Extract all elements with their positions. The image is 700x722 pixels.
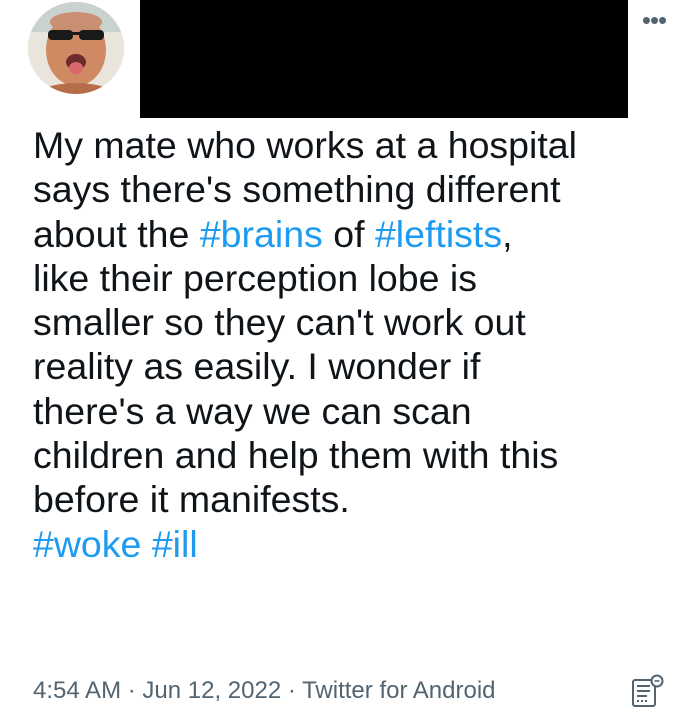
- tweet-text-line: children and help them with this: [33, 434, 559, 477]
- hashtag-link-leftists[interactable]: #leftists: [375, 213, 502, 255]
- tweet-source[interactable]: Twitter for Android: [302, 677, 495, 704]
- redacted-username-block: [140, 0, 628, 118]
- tweet-text-line: like their perception lobe is: [33, 256, 477, 299]
- hashtag-link-brains[interactable]: #brains: [200, 213, 323, 255]
- hashtag-link-ill[interactable]: #ill: [152, 523, 198, 565]
- meta-separator: ·: [121, 677, 143, 704]
- meta-separator: ·: [281, 677, 303, 704]
- tweet-text-line: My mate who works at a hospital: [33, 124, 577, 166]
- tweet-analytics-icon[interactable]: [630, 674, 664, 710]
- tweet-text: My mate who works at a hospital says the…: [33, 123, 673, 566]
- analytics-icon-graphic: [632, 674, 664, 707]
- avatar-photo: [28, 2, 124, 94]
- tweet-time[interactable]: 4:54 AM: [33, 677, 121, 704]
- tweet-text-line: reality as easily. I wonder if: [33, 345, 481, 388]
- tweet-text-line: there's a way we can scan: [33, 389, 472, 432]
- tweet-text-segment: about the: [33, 212, 200, 255]
- tweet-text-line: smaller so they can't work out: [33, 301, 526, 344]
- tweet-text-segment: of: [322, 212, 375, 255]
- tweet-meta: 4:54 AM · Jun 12, 2022 · Twitter for And…: [33, 676, 496, 706]
- tweet-text-line: says there's something different: [33, 168, 561, 211]
- tweet-text-line: before it manifests.: [33, 478, 350, 521]
- hashtag-link-woke[interactable]: #woke: [33, 523, 141, 565]
- tweet-text-segment: ,: [502, 212, 513, 255]
- user-avatar[interactable]: [28, 2, 124, 94]
- tweet-date[interactable]: Jun 12, 2022: [142, 677, 281, 704]
- more-options-icon[interactable]: •••: [634, 6, 674, 34]
